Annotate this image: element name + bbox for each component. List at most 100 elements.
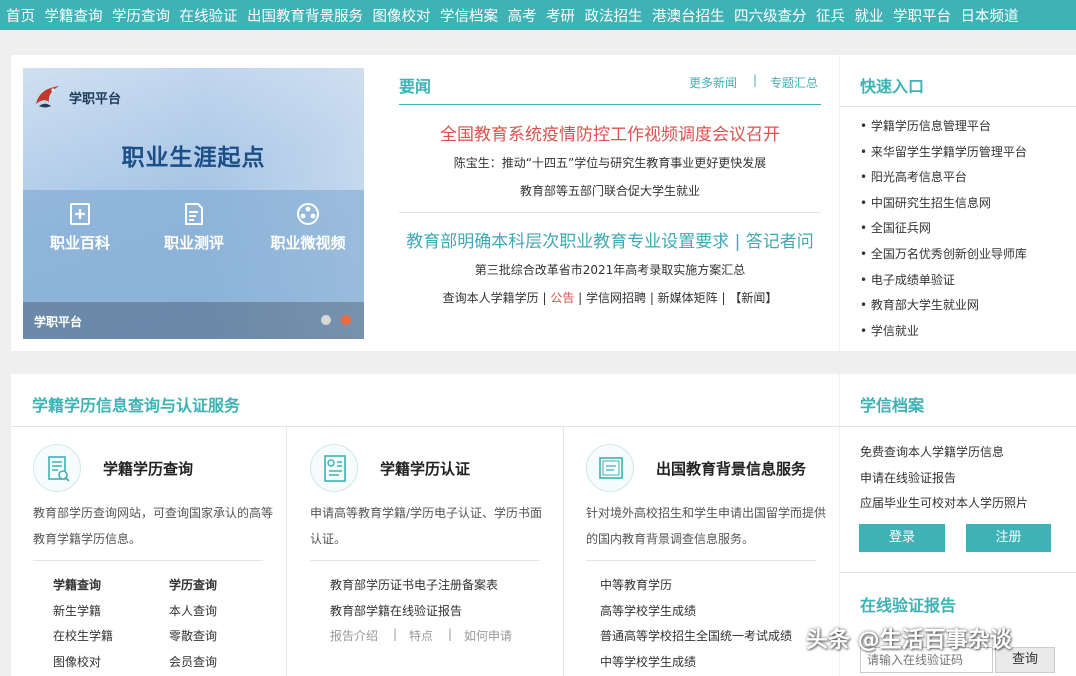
nav-xuexin-archive[interactable]: 学信档案 [440,5,498,26]
link-announcement[interactable]: 公告 [550,291,574,305]
link-certificate-registration-form[interactable]: 教育部学历证书电子注册备案表 [330,576,498,593]
headline-row-2: 教育部明确本科层次职业教育专业设置要求 | 答记者问 [399,227,821,252]
nav-overseas-background[interactable]: 出国教育背景服务 [247,5,363,26]
news-section-title: 要闻 [399,77,432,96]
headline-epidemic-meeting[interactable]: 全国教育系统疫情防控工作视频调度会议召开 [440,125,780,145]
column-divider-2 [563,427,564,676]
login-button[interactable]: 登录 [859,524,945,552]
quick-link-sunshine-gaokao[interactable]: • 阳光高考信息平台 [860,168,1027,194]
link-features[interactable]: 特点 [409,627,433,644]
column-divider-1 [286,427,287,676]
career-assessment-label: 职业测评 [163,234,224,252]
link-recruit-media[interactable]: | 学信网招聘 | 新媒体矩阵 | [574,291,729,305]
nav-xueji-query[interactable]: 学籍查询 [45,5,103,26]
link-member-query[interactable]: 会员查询 [169,653,217,670]
link-query-own-xueli[interactable]: 查询本人学籍学历 [443,291,539,305]
archive-apply-report[interactable]: 申请在线验证报告 [860,469,956,486]
career-video-link[interactable]: 职业微视频 [253,202,363,253]
quick-link-xueji-platform[interactable]: • 学籍学历信息管理平台 [860,117,1027,143]
quick-entrance-title: 快速入口 [860,77,925,96]
nav-kaoyan[interactable]: 考研 [546,5,575,26]
career-encyclopedia-link[interactable]: 职业百科 [25,202,135,253]
topics-summary-link[interactable]: 专题汇总 [770,74,818,91]
news-row-2: 陈宝生：推动“十四五”学位与研究生教育事业更好更快发展 [399,152,821,171]
nav-online-verify[interactable]: 在线验证 [180,5,238,26]
link-how-to-apply[interactable]: 如何申请 [464,627,512,644]
link-secondary-school-grades[interactable]: 中等学校学生成绩 [600,653,696,670]
sublink-separator-2: | [448,627,453,641]
nav-career-platform[interactable]: 学职平台 [893,5,951,26]
news-row-5: 第三批综合改革省市2021年高考录取实施方案汇总 [399,259,821,278]
quick-link-conscription[interactable]: • 全国征兵网 [860,219,1027,245]
nav-japan-channel[interactable]: 日本频道 [961,5,1019,26]
quick-entrance-divider [840,106,1076,107]
link-enrolled-xueji[interactable]: 在校生学籍 [53,627,113,644]
nav-gaokao[interactable]: 高考 [508,5,537,26]
carousel-dot-1[interactable] [321,315,331,325]
nav-employment[interactable]: 就业 [855,5,884,26]
link-college-grades[interactable]: 高等学校学生成绩 [600,602,696,619]
nav-image-check[interactable]: 图像校对 [373,5,431,26]
career-video-label: 职业微视频 [270,234,346,252]
link-gaokao-scores[interactable]: 普通高等学校招生全国统一考试成绩 [600,627,792,644]
headline-vocational-education[interactable]: 教育部明确本科层次职业教育专业设置要求 | 答记者问 [406,232,814,252]
news-link-chen-baosheng[interactable]: 陈宝生：推动“十四五”学位与研究生教育事业更好更快发展 [454,156,766,170]
nav-xueli-query[interactable]: 学历查询 [112,5,170,26]
video-reel-icon [297,203,319,225]
link-xueli-query[interactable]: 学历查询 [169,576,217,593]
xueli-query-title[interactable]: 学籍学历查询 [103,458,193,479]
news-quick-links-row: 查询本人学籍学历 | 公告 | 学信网招聘 | 新媒体矩阵 | 【新闻】 [399,287,821,306]
more-news-link[interactable]: 更多新闻 [689,74,737,91]
career-assessment-link[interactable]: 职业测评 [139,202,249,253]
overseas-background-title[interactable]: 出国教育背景信息服务 [656,458,806,479]
link-news[interactable]: 【新闻】 [729,291,777,305]
archive-divider [840,426,1076,427]
news-row-3: 教育部等五部门联合促大学生就业 [399,180,821,199]
quick-link-transcript-verify[interactable]: • 电子成绩单验证 [860,271,1027,297]
nav-hmt-admission[interactable]: 港澳台招生 [652,5,725,26]
xueli-certification-icon [310,444,358,492]
register-button[interactable]: 注册 [966,524,1051,552]
nav-law-admission[interactable]: 政法招生 [585,5,643,26]
link-individual-query[interactable]: 零散查询 [169,627,217,644]
link-online-verification-report[interactable]: 教育部学籍在线验证报告 [330,602,462,619]
column-3-divider [586,560,816,561]
sublink-separator-1: | [393,627,398,641]
column-1-divider [33,560,263,561]
quick-link-foreign-students[interactable]: • 来华留学生学籍学历管理平台 [860,143,1027,169]
link-separator-1: | [538,291,551,305]
news-link-employment[interactable]: 教育部等五部门联合促大学生就业 [520,184,700,198]
quick-link-graduate-admission[interactable]: • 中国研究生招生信息网 [860,194,1027,220]
nav-home[interactable]: 首页 [6,5,35,26]
carousel-dot-2-active[interactable] [341,315,351,325]
xueli-certification-title[interactable]: 学籍学历认证 [380,458,470,479]
bird-logo-icon [36,86,59,108]
quick-link-employment-network[interactable]: • 教育部大学生就业网 [860,296,1027,322]
nav-conscription[interactable]: 征兵 [816,5,845,26]
nav-cet-scores[interactable]: 四六级查分 [734,5,807,26]
news-link-separator: | [753,73,758,87]
news-divider [399,212,821,213]
column-2-divider [310,560,540,561]
quick-link-xuexin-employment[interactable]: • 学信就业 [860,322,1027,348]
link-secondary-education[interactable]: 中等教育学历 [600,576,672,593]
banner-carousel[interactable]: 学职平台 职业生涯起点 职业百科 职业测评 职业微视频 学职平台 [23,68,364,339]
link-report-intro[interactable]: 报告介绍 [330,627,378,644]
xueli-certification-description: 申请高等教育学籍/学历电子认证、学历书面认证。 [310,506,543,546]
link-image-check[interactable]: 图像校对 [53,653,101,670]
link-xueji-query[interactable]: 学籍查询 [53,576,101,593]
banner-logo-text: 学职平台 [69,91,122,107]
quick-link-mentor-database[interactable]: • 全国万名优秀创新创业导师库 [860,245,1027,271]
overseas-background-description: 针对境外高校招生和学生申请出国留学而提供的国内教育背景调查信息服务。 [586,506,827,546]
archive-free-query[interactable]: 免费查询本人学籍学历信息 [860,443,1004,460]
xueli-query-description: 教育部学历查询网站，可查询国家承认的高等教育学籍学历信息。 [33,506,274,546]
link-new-student-xueji[interactable]: 新生学籍 [53,602,101,619]
news-link-gaokao-admission[interactable]: 第三批综合改革省市2021年高考录取实施方案汇总 [475,263,746,277]
service-section-title: 学籍学历信息查询与认证服务 [32,396,241,415]
watermark-text: 头条 @生活百事杂谈 [806,628,1012,653]
banner-footer-text: 学职平台 [34,315,83,329]
career-encyclopedia-label: 职业百科 [49,234,110,252]
top-navigation: 首页 学籍查询 学历查询 在线验证 出国教育背景服务 图像校对 学信档案 高考 … [0,0,1076,30]
archive-photo-check[interactable]: 应届毕业生可校对本人学历照片 [860,494,1028,511]
link-self-query[interactable]: 本人查询 [169,602,217,619]
